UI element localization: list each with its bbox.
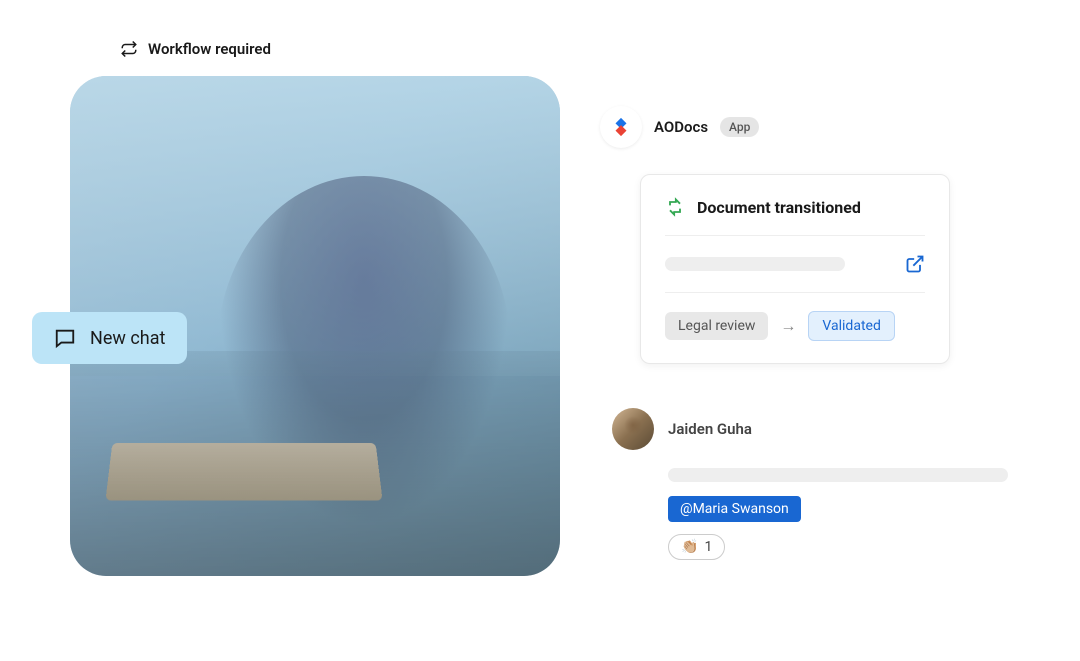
main-container: Workflow required New chat: [70, 40, 1030, 576]
user-name: Jaiden Guha: [668, 420, 752, 438]
transition-header: Document transitioned: [665, 197, 925, 236]
reaction-pill[interactable]: 👏🏼 1: [668, 534, 725, 560]
reaction-count: 1: [704, 539, 712, 555]
transition-card: Document transitioned Legal review → Val…: [640, 174, 950, 364]
reaction-emoji: 👏🏼: [681, 539, 698, 555]
status-from: Legal review: [665, 312, 768, 340]
main-content: New chat AODocs App: [70, 76, 1030, 576]
arrow-right-icon: →: [780, 316, 796, 336]
new-chat-badge[interactable]: New chat: [32, 312, 187, 364]
status-to: Validated: [808, 311, 894, 341]
right-panel: AODocs App Document transitioned: [600, 76, 1030, 576]
avatar: [612, 408, 654, 450]
repeat-icon: [120, 40, 138, 58]
user-section: Jaiden Guha @Maria Swanson 👏🏼 1: [612, 408, 1030, 560]
transition-footer: Legal review → Validated: [665, 293, 925, 341]
new-chat-label: New chat: [90, 328, 165, 349]
workflow-header: Workflow required: [120, 40, 1030, 58]
workflow-label: Workflow required: [148, 40, 271, 58]
left-panel: New chat: [70, 76, 560, 576]
message-placeholder: [668, 468, 1008, 482]
transition-body: [665, 236, 925, 293]
transition-title: Document transitioned: [697, 198, 861, 217]
placeholder-bar: [665, 257, 845, 271]
app-name: AODocs: [654, 118, 708, 136]
app-logo: [600, 106, 642, 148]
chat-icon: [54, 327, 76, 349]
aodocs-icon: [610, 116, 632, 138]
mention-pill[interactable]: @Maria Swanson: [668, 496, 801, 522]
app-header: AODocs App: [600, 106, 1030, 148]
external-link-icon[interactable]: [905, 254, 925, 274]
transition-arrows-icon: [665, 197, 685, 217]
user-header: Jaiden Guha: [612, 408, 1030, 450]
app-badge: App: [720, 117, 759, 137]
